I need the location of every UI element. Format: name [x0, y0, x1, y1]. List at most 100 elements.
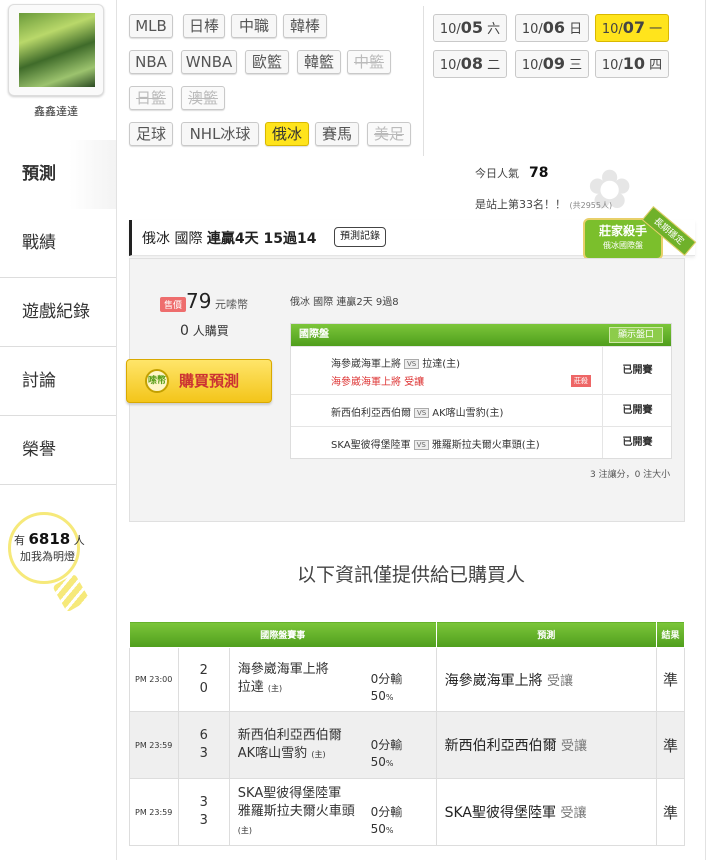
sport-wnba[interactable]: WNBA	[181, 50, 237, 74]
sport-cpbl[interactable]: 中職	[231, 14, 277, 38]
sidebar-item-discussion[interactable]: 討論	[0, 347, 116, 416]
popularity: 今日人氣 78	[475, 165, 548, 181]
popularity-label: 今日人氣	[475, 167, 519, 180]
score-home: 2	[199, 662, 208, 678]
away-team: 拉達(主)	[422, 359, 461, 370]
username: 鑫鑫達達	[34, 105, 78, 118]
filter-panel: MLB 日棒 中職 韓棒 NBA WNBA 歐籃 韓籃 中籃 日籃 澳籃 足球 …	[117, 0, 705, 160]
match-scores: 33	[177, 778, 230, 846]
handicap-value: 0分輸	[370, 737, 403, 752]
dealer-killer-tag: 莊殺	[571, 375, 591, 387]
match-time: PM 23:59	[129, 778, 179, 846]
show-odds-button[interactable]: 顯示盤口	[608, 327, 663, 343]
sport-russia-hockey[interactable]: 俄冰	[265, 122, 309, 146]
match-teams: SKA聖彼得堡陸軍 雅羅斯拉夫爾火車頭 (主)	[228, 778, 371, 846]
sport-nhl[interactable]: NHL冰球	[181, 122, 259, 146]
match-teams: 新西伯利亞西伯爾 AK喀山雪豹 (主)	[228, 711, 371, 779]
result-mark: 準	[655, 647, 686, 712]
date-month: 10/	[521, 58, 543, 73]
home-team: SKA聖彼得堡陸軍	[331, 440, 411, 451]
sidebar-item-honor[interactable]: 榮譽	[0, 416, 116, 485]
popularity-value: 78	[529, 165, 549, 181]
handicap-value: 0分輸	[370, 804, 403, 819]
match-status: 已開賽	[602, 427, 672, 458]
pick-type: 受讓	[560, 806, 587, 821]
sport-aus-basketball: 澳籃	[181, 86, 225, 110]
buy-button-label: 購買預測	[179, 372, 240, 390]
price-value: 79	[186, 289, 212, 313]
buyers-count: 0 人購買	[180, 322, 229, 339]
handicap-pct-unit: %	[385, 758, 394, 768]
pick-team: SKA聖彼得堡陸軍	[444, 805, 556, 821]
sport-korea-basketball[interactable]: 韓籃	[297, 50, 341, 74]
date-month: 10/	[521, 22, 543, 37]
home-team: 新西伯利亞西伯爾	[331, 408, 411, 419]
date-1008[interactable]: 10/08 二	[433, 50, 507, 78]
date-1010[interactable]: 10/10 四	[595, 50, 669, 78]
score-home: 6	[199, 728, 208, 743]
sidebar-item-game-history[interactable]: 遊戲紀錄	[0, 278, 116, 347]
sport-soccer[interactable]: 足球	[129, 122, 173, 146]
pick-line: 海參崴海軍上將 受讓	[331, 377, 425, 388]
prediction-panel: 售價 79 元嗦幣 0 人購買 嗦幣 購買預測 俄冰 國際 連贏2天 9過8 國…	[126, 258, 685, 522]
avatar-image	[19, 13, 95, 87]
rank-note: (共2955人)	[569, 201, 613, 210]
sidebar-item-prediction[interactable]: 預測	[0, 140, 116, 209]
header-matches: 國際盤賽事	[129, 621, 437, 648]
sport-nba[interactable]: NBA	[129, 50, 173, 74]
date-weekday: 一	[649, 22, 663, 37]
sport-japan-baseball[interactable]: 日棒	[183, 14, 225, 38]
sport-euro-basketball[interactable]: 歐籃	[245, 50, 289, 74]
date-1005[interactable]: 10/05 六	[433, 14, 507, 42]
handicap-row: SKA聖彼得堡陸軍 VS 雅羅斯拉夫爾火車頭(主) 已開賽	[291, 426, 671, 458]
handicap-result: 0分輸 50%	[370, 647, 437, 712]
sidebar-item-record[interactable]: 戰績	[0, 209, 116, 278]
handicap-row: 新西伯利亞西伯爾 VS AK喀山雪豹(主) 已開賽	[291, 394, 671, 426]
coin-icon: 嗦幣	[145, 369, 169, 393]
filter-divider	[423, 6, 424, 156]
date-day: 06	[542, 18, 566, 37]
prediction-record-button[interactable]: 預測記錄	[334, 227, 386, 247]
handicap-row: 海參崴海軍上將 VS 拉達(主) 海參崴海軍上將 受讓 莊殺 已開賽	[291, 346, 671, 394]
prediction-pick: SKA聖彼得堡陸軍 受讓	[435, 778, 657, 846]
handicap-pct-unit: %	[385, 825, 394, 835]
score-home: 3	[199, 795, 208, 810]
match-status: 已開賽	[602, 395, 672, 426]
matchup: 海參崴海軍上將 VS 拉達(主)	[331, 355, 460, 370]
sport-horse-racing[interactable]: 賽馬	[315, 122, 359, 146]
prediction-title: 俄冰 國際 連贏4天 15過14	[142, 228, 317, 248]
price-unit: 元嗦幣	[214, 298, 248, 311]
date-weekday: 日	[569, 22, 583, 37]
team-away: 拉達	[237, 680, 264, 695]
sport-korea-baseball[interactable]: 韓棒	[283, 14, 327, 38]
prediction-streak: 連贏4天 15過14	[206, 231, 317, 247]
purchasers-only-title: 以下資訊僅提供給已購買人	[296, 564, 525, 586]
sport-japan-basketball: 日籃	[129, 86, 173, 110]
match-time: PM 23:00	[129, 647, 179, 712]
buyers-count-value: 0	[180, 323, 189, 339]
home-tag: (主)	[311, 749, 326, 759]
match-time: PM 23:59	[129, 711, 179, 779]
matchup: 新西伯利亞西伯爾 VS AK喀山雪豹(主)	[331, 404, 503, 419]
table-row: PM 23:59 63 新西伯利亞西伯爾 AK喀山雪豹 (主) 0分輸 50% 新西…	[129, 711, 686, 779]
team-home: SKA聖彼得堡陸軍	[237, 785, 342, 801]
team-home: 海參崴海軍上將	[237, 662, 329, 677]
buy-prediction-button[interactable]: 嗦幣 購買預測	[126, 359, 272, 403]
date-1007[interactable]: 10/07 一	[595, 14, 669, 42]
match-scores: 20	[177, 647, 230, 712]
header-result: 結果	[655, 621, 686, 648]
sport-mlb[interactable]: MLB	[129, 14, 173, 38]
match-status: 已開賽	[602, 347, 672, 394]
prediction-pick: 海參崴海軍上將 受讓	[435, 647, 657, 712]
date-weekday: 二	[487, 58, 501, 73]
home-tag: (主)	[267, 684, 283, 693]
badge-title: 莊家殺手	[598, 224, 647, 238]
date-1009[interactable]: 10/09 三	[515, 50, 589, 78]
home-tag: (主)	[237, 825, 253, 835]
pick-team: 海參崴海軍上將	[444, 672, 543, 689]
follow-caption[interactable]: 加我為明燈	[20, 548, 75, 564]
bet-count-note: 3 注讓分，0 注大小	[590, 470, 671, 480]
date-1006[interactable]: 10/06 日	[515, 14, 589, 42]
vs-icon: VS	[414, 408, 430, 418]
avatar[interactable]	[8, 4, 104, 96]
